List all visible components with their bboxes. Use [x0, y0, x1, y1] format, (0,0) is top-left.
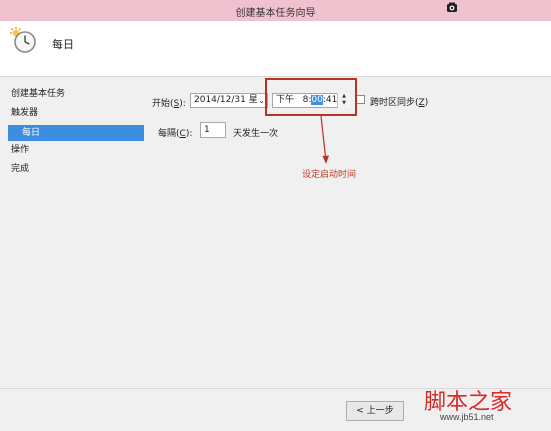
repeat-value: 1: [204, 125, 210, 135]
step-label: 触发器: [11, 108, 39, 118]
start-label-post: ):: [179, 99, 186, 109]
sync-label-pre: 跨时区同步(: [370, 98, 419, 108]
time-spinner[interactable]: ▲ ▼: [337, 93, 350, 108]
sync-timezone-label[interactable]: 跨时区同步(Z): [370, 95, 428, 108]
repeat-label-post: ):: [185, 129, 193, 139]
watermark-url: www.jb51.net: [440, 412, 494, 422]
step-label: 操作: [11, 145, 30, 155]
repeat-unit-label: 天发生一次: [233, 129, 279, 139]
step-label: 创建基本任务: [11, 89, 66, 99]
back-button[interactable]: < 上一步: [346, 401, 404, 421]
spin-down-icon[interactable]: ▼: [338, 100, 350, 107]
wizard-header: 每日: [0, 21, 551, 77]
close-icon[interactable]: [444, 0, 460, 15]
step-label: 完成: [11, 164, 30, 174]
time-minute[interactable]: 00: [311, 95, 323, 105]
repeat-interval-input[interactable]: 1: [200, 122, 226, 138]
repeat-label-pre: 每隔(: [158, 129, 180, 139]
time-ampm: 下午: [276, 95, 295, 105]
step-action[interactable]: 操作: [11, 142, 29, 158]
start-label-pre: 开始(: [152, 99, 174, 109]
step-trigger[interactable]: 触发器: [11, 105, 38, 121]
window-title: 创建基本任务向导: [235, 8, 316, 19]
title-bar: 创建基本任务向导: [0, 0, 551, 21]
step-create-basic-task[interactable]: 创建基本任务: [11, 86, 65, 102]
sync-timezone-checkbox[interactable]: [356, 95, 365, 104]
annotation-text: 设定启动时间: [302, 170, 357, 180]
step-finish[interactable]: 完成: [11, 161, 29, 177]
clock-icon: [10, 27, 38, 55]
page-title: 每日: [52, 38, 74, 51]
step-label: 每日: [22, 128, 41, 138]
chevron-down-icon[interactable]: ⌄: [258, 94, 265, 107]
sync-label-post: ): [424, 98, 429, 108]
start-label: 开始(S):: [152, 96, 186, 109]
start-date-picker[interactable]: 2014/12/31 星 ⌄: [190, 93, 268, 108]
spin-up-icon[interactable]: ▲: [338, 93, 350, 100]
step-daily[interactable]: 每日: [8, 125, 144, 141]
start-date-value: 2014/12/31 星: [194, 95, 258, 105]
time-second[interactable]: :41: [323, 95, 337, 105]
repeat-label: 每隔(C):: [158, 126, 192, 139]
